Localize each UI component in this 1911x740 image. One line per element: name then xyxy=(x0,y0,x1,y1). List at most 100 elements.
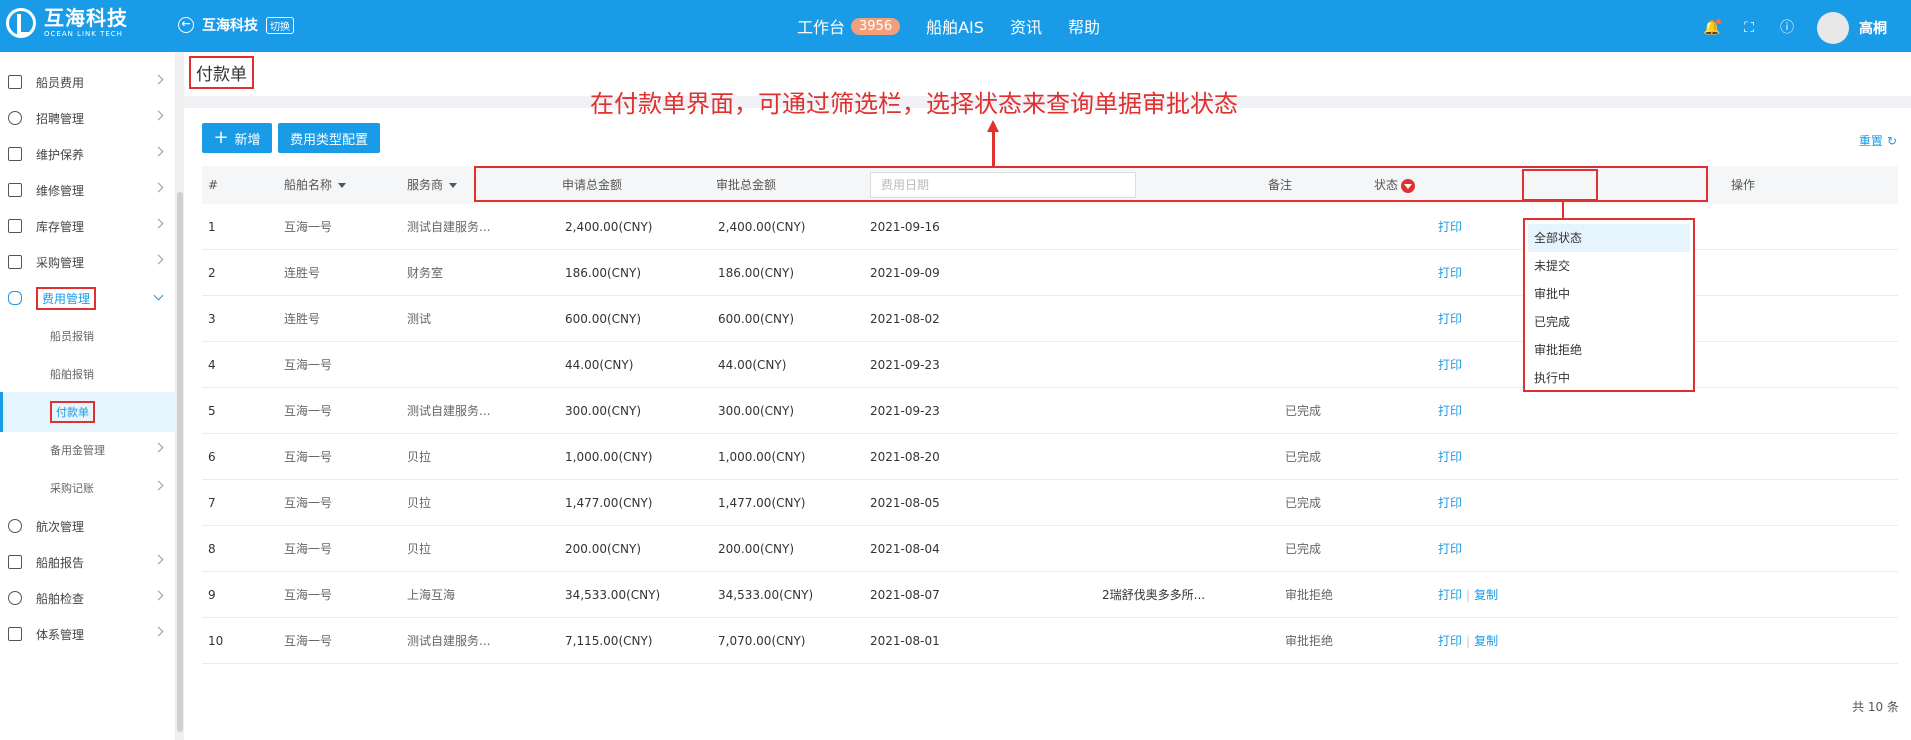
cell-provider: 测试自建服务... xyxy=(407,634,491,648)
sidebar-item-ship-inspection[interactable]: 船舶检查 xyxy=(0,578,176,618)
cell-index: 2 xyxy=(208,266,216,280)
sidebar-item-maintenance[interactable]: 维护保养 xyxy=(0,134,176,174)
sidebar-item-label: 体系管理 xyxy=(36,627,85,642)
scrollbar-thumb[interactable] xyxy=(177,192,183,732)
print-link[interactable]: 打印 xyxy=(1438,634,1462,648)
sidebar-subitem-ship-reimbursement[interactable]: 船舶报销 xyxy=(0,354,176,394)
database-icon xyxy=(8,291,22,305)
caret-down-icon xyxy=(449,183,458,188)
action-separator: | xyxy=(1466,634,1471,648)
cell-apply-total: 1,000.00(CNY) xyxy=(565,450,653,464)
cell-apply-total: 200.00(CNY) xyxy=(565,542,642,556)
sidebar-item-repair[interactable]: 维修管理 xyxy=(0,170,176,210)
sidebar-subitem-purchase-bookkeeping[interactable]: 采购记账 xyxy=(0,468,176,508)
globe-icon xyxy=(8,519,22,533)
sidebar-item-ship-report[interactable]: 船舶报告 xyxy=(0,542,176,582)
cell-apply-total: 44.00(CNY) xyxy=(565,358,634,372)
cell-approve-total: 34,533.00(CNY) xyxy=(718,588,814,602)
company-switcher[interactable]: ← 互海科技 切换 xyxy=(178,15,294,35)
sidebar-item-label: 采购管理 xyxy=(36,255,85,270)
sidebar-item-system-management[interactable]: 体系管理 xyxy=(0,614,176,654)
logo-subtitle: OCEAN LINK TECH xyxy=(44,30,123,38)
reset-button[interactable]: 重置 ↻ xyxy=(1859,132,1897,149)
help-circle-icon[interactable]: ⓘ xyxy=(1779,20,1795,36)
status-option[interactable]: 审批中 xyxy=(1528,280,1690,308)
cell-approve-total: 300.00(CNY) xyxy=(718,404,795,418)
cell-ship: 互海一号 xyxy=(284,358,333,372)
sidebar-item-label: 船员费用 xyxy=(36,75,85,90)
add-button[interactable]: + 新增 xyxy=(202,123,272,153)
user-name[interactable]: 高桐 xyxy=(1859,18,1887,38)
sidebar-scrollbar[interactable] xyxy=(176,52,184,740)
header-action: 操作 xyxy=(1731,178,1756,192)
cell-index: 7 xyxy=(208,496,216,510)
avatar[interactable] xyxy=(1817,12,1849,44)
cell-provider: 贝拉 xyxy=(407,542,432,556)
logo-name: 互海科技 xyxy=(44,6,128,30)
cell-actions: 打印 xyxy=(1438,342,1462,388)
header-ship-filter[interactable]: 船舶名称 xyxy=(284,166,347,204)
table-row: 5 互海一号 测试自建服务... 300.00(CNY) 300.00(CNY) 2021… xyxy=(202,388,1898,434)
status-option[interactable]: 全部状态 xyxy=(1528,224,1690,252)
cell-provider: 测试 xyxy=(407,312,432,326)
table-row: 10 互海一号 测试自建服务... 7,115.00(CNY) 7,070.00(CNY… xyxy=(202,618,1898,664)
copy-link[interactable]: 复制 xyxy=(1474,588,1498,602)
sidebar-item-voyage[interactable]: 航次管理 xyxy=(0,506,176,546)
print-link[interactable]: 打印 xyxy=(1438,496,1462,510)
cell-provider: 贝拉 xyxy=(407,496,432,510)
cell-index: 5 xyxy=(208,404,216,418)
nav-workbench[interactable]: 工作台 3956 xyxy=(797,14,901,38)
cell-date: 2021-08-07 xyxy=(870,588,940,602)
print-link[interactable]: 打印 xyxy=(1438,404,1462,418)
sidebar-item-purchase[interactable]: 采购管理 xyxy=(0,242,176,282)
sidebar-subitem-petty-cash[interactable]: 备用金管理 xyxy=(0,430,176,470)
cell-ship: 互海一号 xyxy=(284,588,333,602)
print-link[interactable]: 打印 xyxy=(1438,266,1462,280)
cell-approve-total: 2,400.00(CNY) xyxy=(718,220,806,234)
cell-provider: 贝拉 xyxy=(407,450,432,464)
status-option[interactable]: 审批拒绝 xyxy=(1528,336,1690,364)
switch-badge[interactable]: 切换 xyxy=(266,16,294,34)
sidebar-item-recruitment[interactable]: 招聘管理 xyxy=(0,98,176,138)
chevron-right-icon xyxy=(153,442,164,453)
refresh-icon: ↻ xyxy=(1886,133,1897,148)
print-link[interactable]: 打印 xyxy=(1438,220,1462,234)
cell-date: 2021-08-05 xyxy=(870,496,940,510)
sidebar-subitem-crew-reimbursement[interactable]: 船员报销 xyxy=(0,316,176,356)
sidebar-subitem-payment-order[interactable]: 付款单 xyxy=(0,392,176,432)
expense-type-config-button[interactable]: 费用类型配置 xyxy=(278,123,380,153)
sidebar-item-crew-expense[interactable]: 船员费用 xyxy=(0,62,176,102)
status-option[interactable]: 执行中 xyxy=(1528,364,1690,392)
header-provider-filter[interactable]: 服务商 xyxy=(407,166,458,204)
fullscreen-icon[interactable]: ⛶ xyxy=(1741,20,1757,36)
status-option[interactable]: 已完成 xyxy=(1528,308,1690,336)
cell-ship: 连胜号 xyxy=(284,312,321,326)
print-link[interactable]: 打印 xyxy=(1438,312,1462,326)
nav-news[interactable]: 资讯 xyxy=(1010,14,1042,38)
status-option[interactable]: 未提交 xyxy=(1528,252,1690,280)
header-index: # xyxy=(208,178,219,192)
copy-link[interactable]: 复制 xyxy=(1474,634,1498,648)
logo[interactable]: 互海科技 OCEAN LINK TECH xyxy=(6,8,128,38)
sidebar-item-inventory[interactable]: 库存管理 xyxy=(0,206,176,246)
bell-icon[interactable]: 🔔 xyxy=(1703,19,1721,36)
header-label: 船舶名称 xyxy=(284,178,333,192)
cell-actions: 打印 xyxy=(1438,434,1462,480)
main-content: 付款单 在付款单界面，可通过筛选栏，选择状态来查询单据审批状态 + 新增 费用类型… xyxy=(184,52,1911,740)
cell-apply-total: 600.00(CNY) xyxy=(565,312,642,326)
annotation-text: 在付款单界面，可通过筛选栏，选择状态来查询单据审批状态 xyxy=(590,90,1238,118)
cell-apply-total: 1,477.00(CNY) xyxy=(565,496,653,510)
print-link[interactable]: 打印 xyxy=(1438,450,1462,464)
table-row: 6 互海一号 贝拉 1,000.00(CNY) 1,000.00(CNY) 2021-08… xyxy=(202,434,1898,480)
chevron-down-icon xyxy=(153,290,164,301)
print-link[interactable]: 打印 xyxy=(1438,588,1462,602)
cell-ship: 互海一号 xyxy=(284,450,333,464)
document-icon xyxy=(8,627,22,641)
sidebar-item-expense-management[interactable]: 费用管理 xyxy=(0,278,176,318)
nav-help[interactable]: 帮助 xyxy=(1068,14,1100,38)
cell-index: 10 xyxy=(208,634,224,648)
print-link[interactable]: 打印 xyxy=(1438,358,1462,372)
back-icon[interactable]: ← xyxy=(178,17,194,33)
print-link[interactable]: 打印 xyxy=(1438,542,1462,556)
nav-ship-ais[interactable]: 船舶AIS xyxy=(926,14,984,38)
